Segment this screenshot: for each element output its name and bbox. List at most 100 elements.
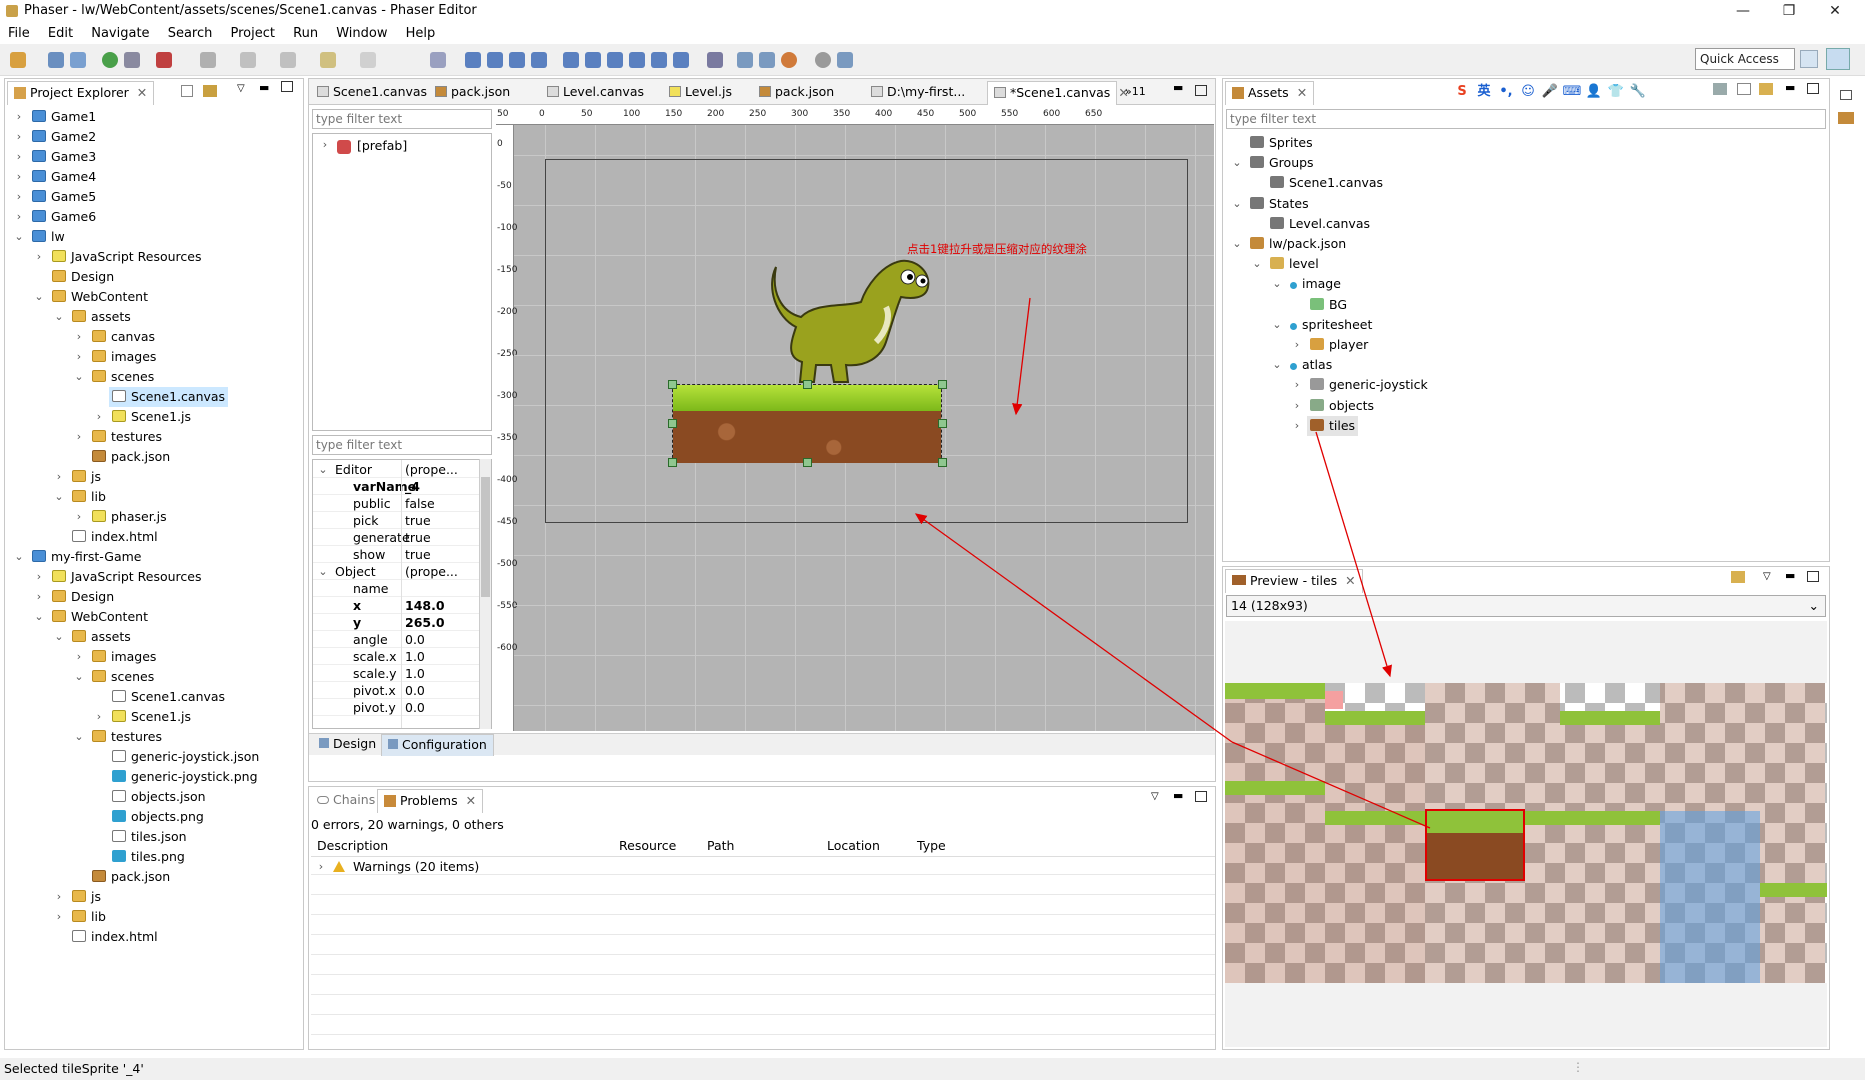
eye-icon[interactable]: [1713, 83, 1727, 95]
tab-chains[interactable]: Chains: [311, 789, 381, 813]
nav2-icon[interactable]: [280, 52, 296, 68]
chevron-right-icon[interactable]: ›: [53, 467, 65, 487]
menu-file[interactable]: File: [8, 24, 30, 44]
property-row[interactable]: pivot.x 0.0: [313, 682, 481, 699]
nav-icon[interactable]: [240, 52, 256, 68]
phaser-perspective-icon[interactable]: [1826, 48, 1850, 70]
tree-item[interactable]: › canvas: [5, 327, 303, 347]
new-icon[interactable]: [10, 52, 26, 68]
tab-editor[interactable]: Level.js: [663, 81, 751, 105]
save-icon[interactable]: [48, 52, 64, 68]
property-row[interactable]: varName _4: [313, 478, 481, 495]
quick-access-input[interactable]: Quick Access: [1695, 48, 1795, 70]
asset-item[interactable]: ⌄ spritesheet: [1223, 315, 1823, 335]
tree-item[interactable]: › Game2: [5, 127, 303, 147]
col-type[interactable]: Type: [917, 835, 946, 857]
tile-sprite[interactable]: [672, 384, 942, 463]
chevron-down-icon[interactable]: ⌄: [1271, 274, 1283, 294]
scene-canvas[interactable]: 50 0 50 100 150 200 250 300 350 400 450 500 550 600 65…: [496, 107, 1214, 731]
col-resource[interactable]: Resource: [619, 835, 676, 857]
minimize-view-icon[interactable]: ▬: [259, 81, 269, 94]
distribute5-icon[interactable]: [651, 52, 667, 68]
export-icon[interactable]: [837, 52, 853, 68]
ime-button[interactable]: •,: [1495, 81, 1517, 103]
resize-handle-br[interactable]: [938, 458, 947, 467]
tab-assets[interactable]: Assets ✕: [1225, 81, 1315, 105]
asset-item[interactable]: › generic-joystick: [1223, 375, 1823, 395]
minimize-view-icon[interactable]: ▬: [1173, 789, 1183, 802]
tree-item[interactable]: pack.json: [5, 867, 303, 887]
tree-item[interactable]: › Game5: [5, 187, 303, 207]
new-asset-icon[interactable]: [1737, 83, 1751, 95]
side-assets-icon[interactable]: [1838, 112, 1854, 124]
menu-run[interactable]: Run: [293, 24, 318, 44]
property-row[interactable]: pick true: [313, 512, 481, 529]
asset-item[interactable]: ⌄ States: [1223, 194, 1823, 214]
tree-item[interactable]: › Game1: [5, 107, 303, 127]
asset-item[interactable]: ⌄ level: [1223, 254, 1823, 274]
property-row[interactable]: public false: [313, 495, 481, 512]
chevron-down-icon[interactable]: ⌄: [73, 367, 85, 387]
tree-item[interactable]: › images: [5, 647, 303, 667]
chevron-right-icon[interactable]: ›: [1291, 396, 1303, 416]
tree-item[interactable]: › testures: [5, 427, 303, 447]
preview-canvas[interactable]: [1225, 621, 1827, 1047]
chevron-right-icon[interactable]: ›: [1291, 335, 1303, 355]
tab-preview[interactable]: Preview - tiles ✕: [1225, 569, 1363, 593]
tree-item[interactable]: ⌄ assets: [5, 307, 303, 327]
scroll-thumb[interactable]: [481, 477, 490, 597]
distribute6-icon[interactable]: [673, 52, 689, 68]
tree-item[interactable]: ⌄ WebContent: [5, 607, 303, 627]
tab-editor[interactable]: *Scene1.canvas ✕: [987, 81, 1129, 105]
chevron-down-icon[interactable]: ⌄: [73, 667, 85, 687]
tree-item[interactable]: ⌄ scenes: [5, 367, 303, 387]
assets-filter-input[interactable]: type filter text: [1226, 109, 1826, 129]
asset-item[interactable]: › tiles: [1223, 415, 1823, 436]
col-description[interactable]: Description: [317, 835, 388, 857]
settings-icon[interactable]: [815, 52, 831, 68]
chevron-down-icon[interactable]: ⌄: [73, 727, 85, 747]
tree-item[interactable]: › images: [5, 347, 303, 367]
tree-item[interactable]: generic-joystick.png: [5, 767, 303, 787]
maximize-view-icon[interactable]: [281, 81, 293, 92]
dino-sprite[interactable]: [736, 247, 946, 397]
resize-handle-l[interactable]: [668, 419, 677, 428]
chevron-right-icon[interactable]: ›: [53, 907, 65, 927]
tab-problems[interactable]: Problems ✕: [377, 789, 484, 813]
link-editor-icon[interactable]: [203, 85, 217, 97]
chevron-down-icon[interactable]: ⌄: [53, 627, 65, 647]
debug-icon[interactable]: [156, 52, 172, 68]
menu-project[interactable]: Project: [231, 24, 275, 44]
tab-configuration[interactable]: Configuration: [381, 734, 494, 756]
chevron-down-icon[interactable]: ⌄: [1271, 355, 1283, 375]
property-section[interactable]: ⌄ Object (prope...: [313, 563, 481, 580]
tree-item[interactable]: › js: [5, 467, 303, 487]
tree-item[interactable]: ⌄ lib: [5, 487, 303, 507]
chevron-right-icon[interactable]: ›: [73, 647, 85, 667]
property-row[interactable]: scale.x 1.0: [313, 648, 481, 665]
property-row[interactable]: x 148.0: [313, 597, 481, 614]
tree-item[interactable]: › js: [5, 887, 303, 907]
menu-search[interactable]: Search: [168, 24, 213, 44]
tree-item[interactable]: index.html: [5, 527, 303, 547]
ime-button[interactable]: 👤: [1583, 81, 1605, 103]
distribute-icon[interactable]: [563, 52, 579, 68]
asset-item[interactable]: Level.canvas: [1223, 214, 1823, 234]
tree-item[interactable]: ⌄ testures: [5, 727, 303, 747]
ime-button[interactable]: ⌨: [1561, 81, 1583, 103]
restore-button[interactable]: ❐: [1766, 0, 1812, 24]
tree-item[interactable]: › phaser.js: [5, 507, 303, 527]
ime-button[interactable]: ☺: [1517, 81, 1539, 103]
chevron-right-icon[interactable]: ›: [13, 187, 25, 207]
save-all-icon[interactable]: [70, 52, 86, 68]
resize-handle-tr[interactable]: [938, 380, 947, 389]
open-icon[interactable]: [1731, 571, 1745, 583]
col-location[interactable]: Location: [827, 835, 880, 857]
chevron-right-icon[interactable]: ›: [73, 327, 85, 347]
maximize-view-icon[interactable]: [1807, 571, 1819, 582]
property-section[interactable]: ⌄ Editor (prope...: [313, 461, 481, 478]
tree-item[interactable]: pack.json: [5, 447, 303, 467]
chevron-down-icon[interactable]: ⌄: [317, 461, 329, 478]
chevron-down-icon[interactable]: ⌄: [53, 487, 65, 507]
folder-icon[interactable]: [1759, 83, 1773, 95]
